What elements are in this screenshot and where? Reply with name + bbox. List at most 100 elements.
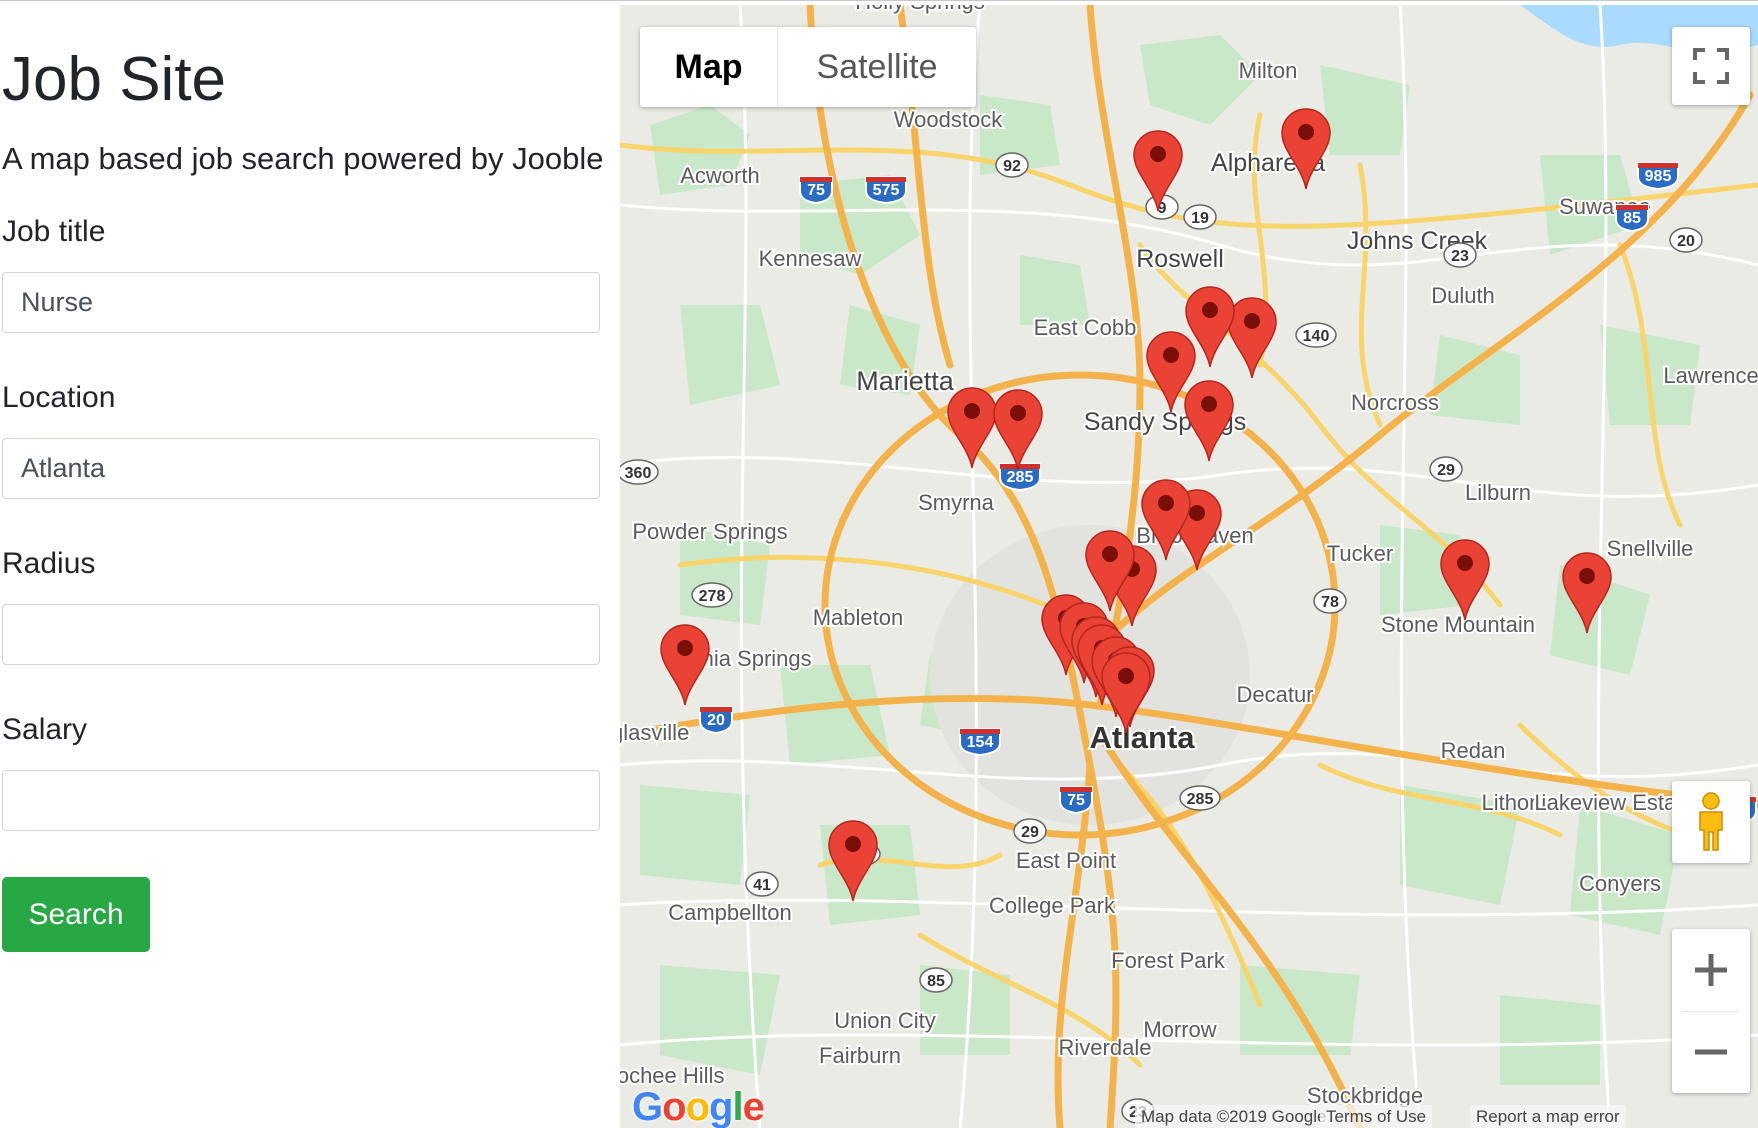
svg-text:20: 20: [707, 712, 725, 729]
label-campbellton: Campbellton: [668, 900, 792, 925]
route-shield-85: 85: [1615, 204, 1649, 233]
svg-text:285: 285: [1187, 791, 1214, 808]
label-morrow: Morrow: [1143, 1017, 1216, 1042]
route-shield-985: 985: [1637, 162, 1679, 191]
label-riverdale: Riverdale: [1059, 1035, 1152, 1060]
route-shield-285: 285: [999, 463, 1041, 492]
route-shield-23: 23: [1443, 242, 1477, 268]
plus-icon: [1695, 953, 1727, 986]
zoom-out-button[interactable]: [1672, 1012, 1750, 1094]
label-union-city: Union City: [834, 1008, 935, 1033]
svg-text:75: 75: [807, 182, 825, 199]
label-milton: Milton: [1239, 58, 1298, 83]
svg-text:92: 92: [1003, 158, 1021, 175]
svg-text:41: 41: [753, 877, 771, 894]
svg-text:985: 985: [1645, 168, 1672, 185]
label-kennesaw: Kennesaw: [759, 246, 862, 271]
label-douglasville: Douglasville: [620, 720, 689, 745]
label-forest-park: Forest Park: [1111, 948, 1226, 973]
svg-text:85: 85: [927, 973, 945, 990]
route-shield-75: 75: [799, 176, 833, 205]
svg-text:154: 154: [967, 734, 994, 751]
search-panel: Job Site A map based job search powered …: [0, 5, 620, 1128]
route-shield-20: 20: [699, 706, 733, 735]
salary-input[interactable]: [2, 770, 600, 831]
svg-text:78: 78: [1321, 594, 1339, 611]
fullscreen-button[interactable]: [1672, 27, 1750, 105]
label-acworth: Acworth: [680, 163, 759, 188]
label-snellville: Snellville: [1607, 536, 1694, 561]
job-map[interactable]: Holly Springs Milton Woodstock Acworth A…: [620, 5, 1758, 1128]
map-type-map-button[interactable]: Map: [640, 27, 778, 107]
label-atlanta: Atlanta: [1089, 720, 1195, 755]
radius-input[interactable]: [2, 604, 600, 665]
label-college-park: College Park: [989, 893, 1116, 918]
route-shield-20: 20: [1669, 227, 1703, 253]
fullscreen-icon: [1693, 48, 1729, 84]
street-view-button[interactable]: [1672, 781, 1750, 863]
route-shield-278: 278: [691, 582, 733, 608]
svg-text:278: 278: [699, 588, 726, 605]
route-shield-360: 360: [620, 459, 659, 485]
label-lawrenceville: Lawrenceville: [1663, 363, 1758, 388]
label-redan: Redan: [1441, 738, 1506, 763]
svg-text:19: 19: [1191, 210, 1209, 227]
label-decatur: Decatur: [1236, 682, 1313, 707]
zoom-in-button[interactable]: [1672, 929, 1750, 1011]
label-mableton: Mableton: [813, 605, 904, 630]
label-east-point: East Point: [1016, 848, 1116, 873]
label-holly-springs: Holly Springs: [855, 5, 985, 14]
job-title-label: Job title: [2, 215, 106, 248]
page-subtitle: A map based job search powered by Jooble: [2, 141, 604, 176]
route-shield-285: 285: [1179, 785, 1221, 811]
label-norcross: Norcross: [1351, 390, 1439, 415]
route-shield-75: 75: [1059, 786, 1093, 815]
svg-text:285: 285: [1007, 469, 1034, 486]
minus-icon: [1695, 1049, 1727, 1055]
map-type-control: Map Satellite: [640, 27, 976, 107]
svg-text:29: 29: [1437, 462, 1455, 479]
salary-label: Salary: [2, 713, 88, 746]
radius-label: Radius: [2, 547, 96, 580]
report-map-error-link[interactable]: Report a map error: [1470, 1105, 1626, 1128]
map-tiles[interactable]: Holly Springs Milton Woodstock Acworth A…: [620, 5, 1758, 1128]
map-data-attribution: Map data ©2019 Google: [1135, 1105, 1333, 1128]
label-duluth: Duluth: [1431, 283, 1495, 308]
label-powder-springs: Powder Springs: [632, 519, 787, 544]
route-shield-140: 140: [1295, 322, 1337, 348]
label-smyrna: Smyrna: [918, 490, 995, 515]
svg-text:20: 20: [1677, 233, 1695, 250]
route-shield-19: 19: [1183, 204, 1217, 230]
svg-text:29: 29: [1021, 824, 1039, 841]
route-shield-41: 41: [745, 871, 779, 897]
google-logo[interactable]: Google: [632, 1087, 765, 1127]
route-shield-85: 85: [919, 967, 953, 993]
label-lilburn: Lilburn: [1465, 480, 1531, 505]
route-shield-78: 78: [1313, 588, 1347, 614]
label-roswell: Roswell: [1136, 245, 1224, 273]
label-stone-mountain: Stone Mountain: [1381, 612, 1535, 637]
job-title-input[interactable]: [2, 272, 600, 333]
svg-text:575: 575: [873, 182, 900, 199]
label-east-cobb: East Cobb: [1034, 315, 1137, 340]
svg-text:140: 140: [1303, 328, 1330, 345]
location-input[interactable]: [2, 438, 600, 499]
label-tucker: Tucker: [1327, 541, 1393, 566]
zoom-control: [1672, 929, 1750, 1093]
map-type-satellite-button[interactable]: Satellite: [778, 27, 976, 107]
route-shield-29: 29: [1429, 456, 1463, 482]
svg-text:75: 75: [1067, 792, 1085, 809]
page-title: Job Site: [2, 45, 227, 114]
route-shield-92: 92: [995, 152, 1029, 178]
svg-text:85: 85: [1623, 210, 1641, 227]
label-conyers: Conyers: [1579, 871, 1661, 896]
terms-of-use-link[interactable]: Terms of Use: [1320, 1105, 1433, 1128]
location-label: Location: [2, 381, 116, 414]
label-woodstock: Woodstock: [894, 107, 1003, 132]
route-shield-29: 29: [1013, 818, 1047, 844]
search-button[interactable]: Search: [2, 877, 150, 952]
route-shield-575: 575: [865, 176, 907, 205]
pegman-icon: [1699, 792, 1723, 851]
label-marietta: Marietta: [856, 366, 955, 396]
svg-text:360: 360: [625, 465, 652, 482]
